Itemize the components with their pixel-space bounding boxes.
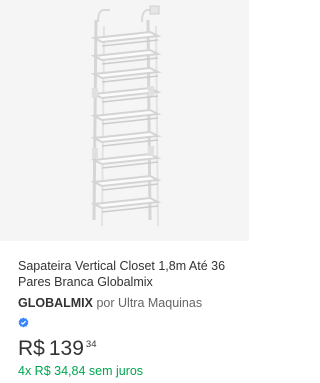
price-currency: R$ xyxy=(18,337,45,360)
installments: 4x R$ 34,84 sem juros xyxy=(18,364,144,378)
product-image[interactable] xyxy=(0,0,249,241)
verified-badge-icon xyxy=(18,315,29,328)
product-title[interactable]: Sapateira Vertical Closet 1,8m Até 36 Pa… xyxy=(18,258,240,290)
product-card[interactable]: Sapateira Vertical Closet 1,8m Até 36 Pa… xyxy=(0,0,249,383)
price: R$ 139 34 xyxy=(18,337,240,361)
price-integer: 139 xyxy=(48,337,84,360)
product-info: Sapateira Vertical Closet 1,8m Até 36 Pa… xyxy=(18,258,240,379)
seller-row: GLOBALMIX por Ultra Maquinas xyxy=(18,295,240,311)
shoe-rack-illustration xyxy=(90,5,162,227)
price-cents: 34 xyxy=(85,339,97,350)
badge-row xyxy=(18,315,240,328)
seller-name: por Ultra Maquinas xyxy=(96,296,203,310)
seller-brand: GLOBALMIX xyxy=(18,296,93,310)
